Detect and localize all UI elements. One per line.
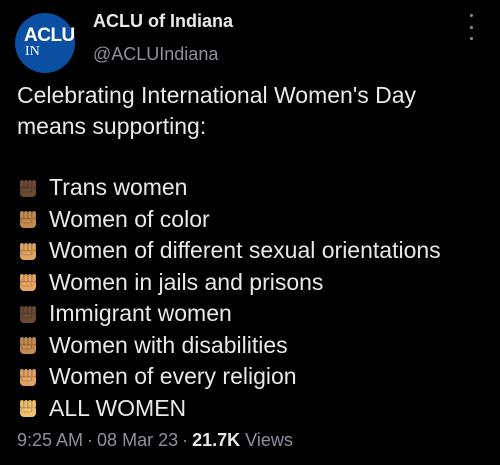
raised-fist-icon [19,210,37,229]
list-item-text: Women of color [49,205,210,232]
author-handle[interactable]: @ACLUIndiana [93,44,218,65]
list-item: Women of different sexual orientations [17,235,497,267]
list-item-text: ALL WOMEN [49,394,187,421]
avatar[interactable]: ACLU IN [15,13,75,73]
tweet-intro-line-1: Celebrating International Women's Day [17,82,417,108]
list-item: Women with disabilities [17,330,497,362]
raised-fist-icon [19,305,37,323]
tweet-time[interactable]: 9:25 AM [17,430,83,450]
list-item-text: Trans women [49,174,188,201]
avatar-logo-bottom: IN [25,44,40,59]
raised-fist-icon [19,179,37,197]
list-item-text: Women with disabilities [49,331,288,358]
raised-fist-icon [19,273,37,292]
tweet-list: Trans women Women of color Women of differ… [17,172,497,424]
author-display-name[interactable]: ACLU of Indiana [93,11,233,32]
tweet: ACLU IN ACLU of Indiana @ACLUIndiana Cel… [0,0,500,465]
list-item: Immigrant women [17,298,497,330]
views-label: Views [245,430,293,450]
list-item: Women of color [17,204,497,236]
raised-fist-icon [19,399,37,418]
meta-separator: · [182,430,189,450]
raised-fist-icon [19,368,37,386]
raised-fist-icon [19,242,37,260]
list-item-text: Women of different sexual orientations [49,237,441,264]
views-count[interactable]: 21.7K [192,430,240,450]
more-options-icon[interactable] [468,14,474,40]
raised-fist-icon [19,336,37,355]
list-item: Trans women [17,172,497,204]
tweet-meta: 9:25 AM · 08 Mar 23 · 21.7K Views [17,430,293,451]
list-item: ALL WOMEN [17,393,497,425]
meta-separator: · [87,430,94,450]
list-item-text: Immigrant women [49,300,232,327]
avatar-logo-top: ACLU [24,25,75,46]
list-item: Women in jails and prisons [17,267,497,299]
list-item-text: Women of every religion [49,363,297,390]
tweet-date[interactable]: 08 Mar 23 [97,430,178,450]
list-item: Women of every religion [17,361,497,393]
list-item-text: Women in jails and prisons [49,268,324,295]
tweet-intro-line-2: means supporting: [17,113,207,139]
tweet-intro: Celebrating International Women's Day me… [17,80,487,142]
